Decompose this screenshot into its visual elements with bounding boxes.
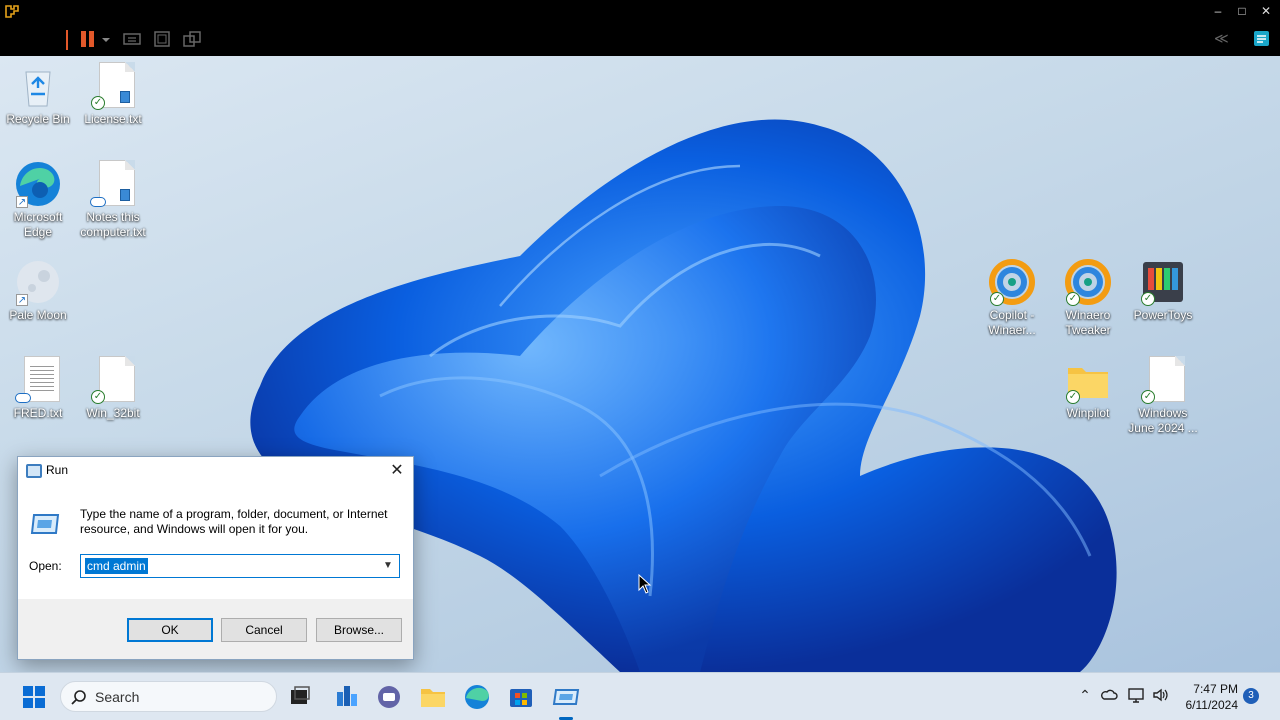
start-windows-icon[interactable]: [16, 680, 52, 714]
dialog-title: Run: [46, 463, 69, 477]
open-input-value[interactable]: cmd admin: [85, 558, 148, 574]
desktop-icon-win-32bit[interactable]: ✓ Win_32bit: [75, 356, 151, 421]
cancel-button[interactable]: Cancel: [221, 618, 307, 642]
send-keys-icon[interactable]: [122, 30, 142, 48]
taskbar-clock[interactable]: 7:47 PM 6/11/2024: [1174, 681, 1239, 713]
pale-moon-icon: ↗: [14, 258, 62, 306]
minimize-icon[interactable]: –: [1210, 3, 1226, 19]
icon-label: Winaero Tweaker: [1065, 308, 1111, 337]
ok-button[interactable]: OK: [127, 618, 213, 642]
desktop-icon-pale-moon[interactable]: ↗ Pale Moon: [0, 258, 76, 323]
run-icon: [26, 464, 42, 478]
close-icon[interactable]: ✕: [387, 461, 407, 481]
icon-label: Copilot - Winaer...: [988, 308, 1036, 337]
synced-check-icon: ✓: [1141, 390, 1155, 404]
vm-titlebar: – □ ✕: [0, 0, 1280, 22]
collapse-panel-icon[interactable]: ≪: [1214, 30, 1229, 47]
search-icon: [71, 690, 86, 705]
search-placeholder: Search: [95, 689, 140, 705]
copilot-icon: ✓: [988, 258, 1036, 306]
shortcut-arrow-icon: ↗: [16, 196, 28, 208]
chevron-down-icon[interactable]: [100, 30, 112, 48]
dialog-titlebar[interactable]: Run ✕: [18, 457, 413, 485]
unity-mode-icon[interactable]: [182, 30, 202, 48]
desktop-icon-recycle-bin[interactable]: Recycle Bin: [0, 62, 76, 127]
open-label: Open:: [29, 559, 62, 573]
icon-label: License.txt: [84, 112, 142, 126]
icon-label: Win_32bit: [86, 406, 140, 420]
icon-label: Windows June 2024 ...: [1128, 406, 1198, 435]
cloud-icon: [15, 393, 31, 403]
shortcut-arrow-icon: ↗: [16, 294, 28, 306]
icon-label: PowerToys: [1133, 308, 1193, 322]
powertoys-icon: ✓: [1139, 258, 1187, 306]
edge-icon[interactable]: [459, 680, 495, 714]
recycle-bin-icon: [14, 62, 62, 110]
synced-check-icon: ✓: [91, 96, 105, 110]
icon-label: Notes this computer.txt: [80, 210, 146, 239]
widgets-icon[interactable]: [328, 680, 364, 714]
clock-time: 7:47 PM: [1193, 682, 1238, 696]
synced-check-icon: ✓: [1141, 292, 1155, 306]
icon-label: FRED.txt: [13, 406, 63, 420]
chevron-up-icon[interactable]: ⌃: [1076, 686, 1094, 704]
library-icon[interactable]: [1252, 30, 1272, 48]
folder-icon: ✓: [1064, 356, 1112, 404]
notification-badge[interactable]: 3: [1243, 688, 1259, 704]
network-icon[interactable]: [1127, 686, 1145, 704]
file-explorer-icon[interactable]: [415, 680, 451, 714]
dialog-body: Type the name of a program, folder, docu…: [18, 485, 413, 599]
text-file-icon: [89, 160, 137, 208]
run-dialog: Run ✕ Type the name of a program, folder…: [17, 456, 414, 660]
close-icon[interactable]: ✕: [1258, 3, 1274, 19]
edge-icon: ↗: [14, 160, 62, 208]
onedrive-cloud-icon[interactable]: [1100, 686, 1118, 704]
synced-check-icon: ✓: [990, 292, 1004, 306]
file-icon: ✓: [89, 356, 137, 404]
vm-toolbar: ≪: [0, 22, 1280, 56]
winaero-tweaker-icon: ✓: [1064, 258, 1112, 306]
text-file-icon: ✓: [89, 62, 137, 110]
fullscreen-icon[interactable]: [152, 30, 172, 48]
desktop-icon-microsoft-edge[interactable]: ↗ Microsoft Edge: [0, 160, 76, 240]
pause-icon[interactable]: [78, 30, 98, 48]
maximize-icon[interactable]: □: [1234, 3, 1250, 19]
clock-date: 6/11/2024: [1185, 698, 1239, 712]
desktop-icon-fred-txt[interactable]: FRED.txt: [0, 356, 76, 421]
taskbar-search[interactable]: Search: [60, 681, 277, 712]
desktop-icon-windows-june-2024[interactable]: ✓ Windows June 2024 ...: [1125, 356, 1201, 436]
chevron-down-icon[interactable]: ▼: [381, 558, 395, 574]
synced-check-icon: ✓: [1066, 390, 1080, 404]
task-view-icon[interactable]: [282, 680, 318, 714]
desktop-icon-license-txt[interactable]: ✓ License.txt: [75, 62, 151, 127]
icon-label: Winpilot: [1066, 406, 1110, 420]
desktop-icon-winaero-tweaker[interactable]: ✓ Winaero Tweaker: [1050, 258, 1126, 338]
desktop-icon-winpilot[interactable]: ✓ Winpilot: [1050, 356, 1126, 421]
toolbar-divider: [66, 30, 68, 50]
microsoft-store-icon[interactable]: [503, 680, 539, 714]
taskbar: Search ⌃ 7:47 PM 6/11/2024 3: [0, 672, 1280, 720]
synced-check-icon: ✓: [1066, 292, 1080, 306]
run-app-icon[interactable]: [548, 680, 584, 714]
desktop-icon-copilot-winaero[interactable]: ✓ Copilot - Winaer...: [974, 258, 1050, 338]
desktop-icon-notes-txt[interactable]: Notes this computer.txt: [75, 160, 151, 240]
dialog-description: Type the name of a program, folder, docu…: [80, 507, 388, 536]
open-combobox[interactable]: cmd admin ▼: [80, 554, 400, 578]
desktop-icon-powertoys[interactable]: ✓ PowerToys: [1125, 258, 1201, 323]
run-program-icon: [30, 514, 60, 534]
synced-check-icon: ✓: [91, 390, 105, 404]
browse-button[interactable]: Browse...: [316, 618, 402, 642]
icon-label: Microsoft Edge: [13, 210, 63, 239]
vm-app-icon: [4, 3, 20, 19]
icon-label: Recycle Bin: [6, 112, 70, 126]
text-file-icon: [14, 356, 62, 404]
cloud-icon: [90, 197, 106, 207]
teams-chat-icon[interactable]: [371, 680, 407, 714]
file-icon: ✓: [1139, 356, 1187, 404]
volume-icon[interactable]: [1151, 686, 1169, 704]
icon-label: Pale Moon: [9, 308, 67, 322]
mouse-cursor-icon: [638, 574, 652, 594]
